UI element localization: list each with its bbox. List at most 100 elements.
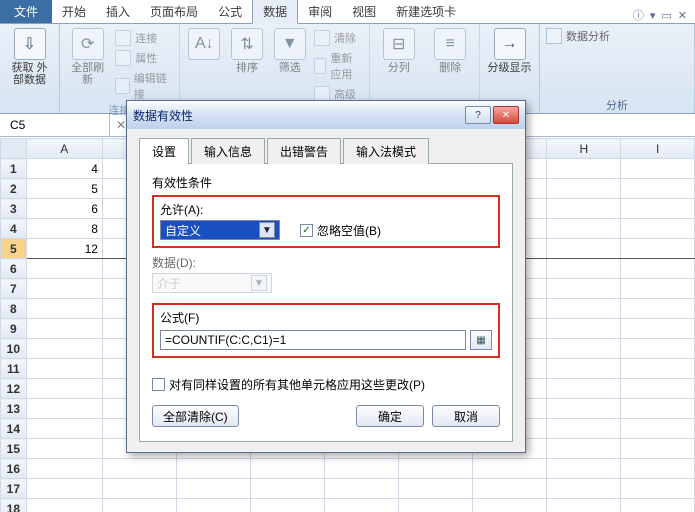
cell[interactable] xyxy=(102,479,176,499)
apply-all-checkbox[interactable]: ✓ xyxy=(152,378,165,391)
cell[interactable] xyxy=(547,159,621,179)
cell[interactable] xyxy=(26,299,102,319)
cell[interactable] xyxy=(399,479,473,499)
cell[interactable] xyxy=(547,459,621,479)
cell[interactable] xyxy=(26,319,102,339)
cell[interactable] xyxy=(547,399,621,419)
cell[interactable]: 8 xyxy=(26,219,102,239)
cell[interactable] xyxy=(251,479,325,499)
cell[interactable] xyxy=(621,159,695,179)
cell[interactable] xyxy=(399,499,473,512)
tab-data[interactable]: 数据 xyxy=(252,0,298,24)
name-box[interactable] xyxy=(0,114,110,136)
row-header[interactable]: 15 xyxy=(1,439,27,459)
cell[interactable] xyxy=(547,379,621,399)
range-picker-button[interactable]: ▦ xyxy=(470,330,492,350)
col-header[interactable]: A xyxy=(26,139,102,159)
row-header[interactable]: 5 xyxy=(1,239,27,259)
cell[interactable] xyxy=(26,479,102,499)
row-header[interactable]: 2 xyxy=(1,179,27,199)
help-dropdown-icon[interactable]: ▾ xyxy=(650,9,656,22)
cell[interactable] xyxy=(621,439,695,459)
cell[interactable] xyxy=(621,319,695,339)
cell[interactable] xyxy=(547,219,621,239)
cell[interactable] xyxy=(547,259,621,279)
cell[interactable] xyxy=(547,319,621,339)
cell[interactable] xyxy=(621,219,695,239)
cell[interactable] xyxy=(325,459,399,479)
cell[interactable] xyxy=(621,399,695,419)
cell[interactable] xyxy=(621,339,695,359)
text-to-columns-button[interactable]: ⊟分列 xyxy=(376,28,422,74)
cell[interactable] xyxy=(472,479,546,499)
tab-home[interactable]: 开始 xyxy=(52,0,96,23)
cell[interactable] xyxy=(547,499,621,512)
cell[interactable] xyxy=(547,339,621,359)
clear-all-button[interactable]: 全部清除(C) xyxy=(152,405,239,427)
tab-formulas[interactable]: 公式 xyxy=(208,0,252,23)
cell[interactable] xyxy=(325,499,399,512)
cell[interactable] xyxy=(102,499,176,512)
cell[interactable] xyxy=(621,379,695,399)
tab-newtab[interactable]: 新建选项卡 xyxy=(386,0,466,23)
row-header[interactable]: 3 xyxy=(1,199,27,219)
row-header[interactable]: 14 xyxy=(1,419,27,439)
row-header[interactable]: 6 xyxy=(1,259,27,279)
cell[interactable] xyxy=(621,419,695,439)
cell[interactable]: 5 xyxy=(26,179,102,199)
row-header[interactable]: 11 xyxy=(1,359,27,379)
col-header[interactable]: I xyxy=(621,139,695,159)
cell[interactable]: 12 xyxy=(26,239,102,259)
cell[interactable] xyxy=(621,299,695,319)
row-header[interactable]: 12 xyxy=(1,379,27,399)
dialog-tab-settings[interactable]: 设置 xyxy=(139,138,189,164)
tab-layout[interactable]: 页面布局 xyxy=(140,0,208,23)
get-external-data-button[interactable]: ⇩获取 外部数据 xyxy=(6,28,53,86)
cell[interactable] xyxy=(621,259,695,279)
cell[interactable] xyxy=(26,399,102,419)
allow-combobox[interactable]: 自定义 ▼ xyxy=(160,220,280,240)
dialog-tab-input[interactable]: 输入信息 xyxy=(191,138,265,164)
cell[interactable] xyxy=(176,479,250,499)
select-all-corner[interactable] xyxy=(1,139,27,159)
cell[interactable] xyxy=(26,279,102,299)
cell[interactable] xyxy=(547,179,621,199)
row-header[interactable]: 1 xyxy=(1,159,27,179)
name-box-input[interactable] xyxy=(8,117,101,133)
sort-az-button[interactable]: A↓ xyxy=(186,28,223,60)
cell[interactable] xyxy=(547,199,621,219)
row-header[interactable]: 10 xyxy=(1,339,27,359)
ignore-blank-checkbox[interactable]: ✓ 忽略空值(B) xyxy=(300,222,381,239)
row-header[interactable]: 9 xyxy=(1,319,27,339)
remove-duplicates-button[interactable]: ≡删除 xyxy=(428,28,474,74)
cell[interactable] xyxy=(26,259,102,279)
cell[interactable]: 6 xyxy=(26,199,102,219)
cell[interactable] xyxy=(621,199,695,219)
dialog-tab-ime[interactable]: 输入法模式 xyxy=(343,138,429,164)
filter-button[interactable]: ▼筛选 xyxy=(271,28,308,74)
row-header[interactable]: 17 xyxy=(1,479,27,499)
data-analysis-button[interactable]: 数据分析 xyxy=(546,28,610,44)
cell[interactable] xyxy=(251,459,325,479)
properties-button[interactable]: 属性 xyxy=(115,50,173,66)
edit-links-button[interactable]: 编辑链接 xyxy=(115,70,173,102)
cell[interactable] xyxy=(547,359,621,379)
cell[interactable]: 4 xyxy=(26,159,102,179)
cell[interactable] xyxy=(176,459,250,479)
cell[interactable] xyxy=(26,439,102,459)
cell[interactable] xyxy=(399,459,473,479)
dialog-help-button[interactable]: ? xyxy=(465,106,491,124)
cell[interactable] xyxy=(621,279,695,299)
formula-input[interactable] xyxy=(160,330,466,350)
tab-insert[interactable]: 插入 xyxy=(96,0,140,23)
dialog-titlebar[interactable]: 数据有效性 ? ✕ xyxy=(127,101,525,129)
dialog-tab-error[interactable]: 出错警告 xyxy=(267,138,341,164)
cell[interactable] xyxy=(26,499,102,512)
outline-button[interactable]: →分级显示 xyxy=(486,28,533,74)
cell[interactable] xyxy=(251,499,325,512)
cancel-icon[interactable]: ✕ xyxy=(116,118,126,132)
cell[interactable] xyxy=(547,479,621,499)
cell[interactable] xyxy=(621,179,695,199)
cell[interactable] xyxy=(621,479,695,499)
help-icon[interactable]: ⓘ xyxy=(633,7,644,23)
